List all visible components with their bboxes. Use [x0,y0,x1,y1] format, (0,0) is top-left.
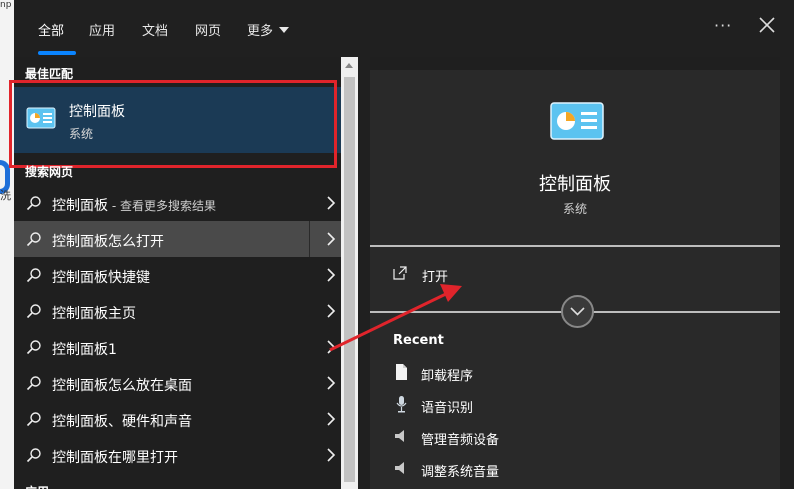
tab-more-label: 更多 [247,24,274,39]
panel-gap [358,57,370,489]
web-search-text: 控制面板快捷键 [52,270,150,286]
tab-apps[interactable]: 应用 [89,20,115,39]
recent-item-label: 管理音频设备 [421,433,500,448]
results-scrollbar[interactable] [341,57,358,489]
web-search-label: 控制面板在哪里打开 [52,447,178,467]
chevron-right-icon[interactable] [326,448,336,462]
chevron-down-icon [279,27,290,33]
scroll-up-icon[interactable] [345,63,353,68]
divider [370,245,780,247]
web-search-extra: - 查看更多搜索结果 [108,199,216,213]
active-tab-indicator [38,51,76,55]
recent-item[interactable]: 卸载程序 [393,362,653,384]
background-window-strip: np 洗 [0,0,14,489]
search-icon [26,268,41,283]
chevron-right-icon[interactable] [326,412,336,426]
web-search-text: 控制面板怎么打开 [52,234,164,250]
web-search-item[interactable]: 控制面板怎么打开 [14,221,341,257]
scrollbar-thumb[interactable] [344,77,355,482]
best-match-heading: 最佳匹配 [25,67,74,81]
expand-row-button[interactable] [309,221,341,257]
web-search-label: 控制面板、硬件和声音 [52,411,192,431]
tab-all[interactable]: 全部 [38,20,64,39]
search-icon [26,412,41,427]
web-search-label: 控制面板主页 [52,303,136,323]
search-icon [26,232,41,247]
tab-more[interactable]: 更多 [247,20,290,39]
detail-app-name: 控制面板 [539,174,611,195]
web-search-text: 控制面板在哪里打开 [52,450,178,466]
web-search-label: 控制面板快捷键 [52,267,150,287]
recent-item[interactable]: 管理音频设备 [393,426,653,448]
recent-item-label: 卸载程序 [421,369,474,384]
chevron-down-icon [570,307,585,316]
recent-item-label: 语音识别 [421,401,474,416]
web-search-item[interactable]: 控制面板主页 [14,293,341,329]
chevron-right-icon[interactable] [326,268,336,282]
search-icon [26,448,41,463]
detail-panel: 控制面板 系统 打开 Recent 卸载程序语音识别管理音频设备 调整系统音量 [370,70,780,489]
web-search-item[interactable]: 控制面板怎么放在桌面 [14,365,341,401]
recent-heading: Recent [393,333,444,348]
speaker-icon [395,462,404,474]
expand-button[interactable] [561,295,594,328]
search-tabs-bar: 全部 应用 文档 网页 更多 ··· [14,0,794,57]
background-text-fragment: np [0,0,12,10]
web-search-text: 控制面板 [52,198,108,214]
web-search-label: 控制面板怎么打开 [52,231,164,251]
background-side-fragment: 洗 [0,189,11,202]
tab-documents[interactable]: 文档 [142,20,168,39]
chevron-right-icon[interactable] [326,304,336,318]
document-icon [396,364,407,380]
search-icon [26,340,41,355]
web-search-item[interactable]: 控制面板1 [14,329,341,365]
web-search-label: 控制面板1 [52,339,117,359]
panel-edge [780,57,794,489]
apps-heading: 应用 [25,483,49,489]
best-match-type: 系统 [69,127,94,141]
recent-item[interactable]: 调整系统音量 [393,458,653,480]
open-action[interactable]: 打开 [392,264,592,285]
search-icon [26,196,41,211]
results-panel: 最佳匹配 控制面板 系统 搜索网页 控制面板 - 查看更多搜索结果控制面板怎么打… [9,57,341,489]
chevron-right-icon[interactable] [326,232,336,246]
recent-item-label: 调整系统音量 [421,465,500,480]
chevron-right-icon[interactable] [326,196,336,210]
speaker-icon [395,430,404,442]
web-search-item[interactable]: 控制面板在哪里打开 [14,437,341,473]
search-icon [26,376,41,391]
web-search-label: 控制面板怎么放在桌面 [52,375,192,395]
web-search-text: 控制面板怎么放在桌面 [52,378,192,394]
open-external-icon [393,266,407,280]
control-panel-icon [26,107,56,129]
chevron-right-icon[interactable] [326,340,336,354]
best-match-name: 控制面板 [69,104,125,120]
best-match-item[interactable]: 控制面板 系统 [14,87,341,153]
recent-item[interactable]: 语音识别 [393,394,653,416]
chevron-right-icon[interactable] [326,376,336,390]
microphone-icon [396,396,407,413]
detail-app-type: 系统 [562,202,587,216]
tab-web[interactable]: 网页 [195,20,221,39]
web-search-item[interactable]: 控制面板、硬件和声音 [14,401,341,437]
open-label: 打开 [422,270,449,285]
web-search-item[interactable]: 控制面板快捷键 [14,257,341,293]
control-panel-large-icon [550,102,604,140]
web-search-heading: 搜索网页 [25,165,74,179]
web-search-label: 控制面板 - 查看更多搜索结果 [52,195,216,215]
more-options-icon[interactable]: ··· [714,16,732,35]
web-search-item[interactable]: 控制面板 - 查看更多搜索结果 [14,185,341,221]
close-icon[interactable] [756,14,778,36]
web-search-text: 控制面板1 [52,342,117,358]
web-search-text: 控制面板主页 [52,306,136,322]
search-icon [26,304,41,319]
web-search-text: 控制面板、硬件和声音 [52,414,192,430]
